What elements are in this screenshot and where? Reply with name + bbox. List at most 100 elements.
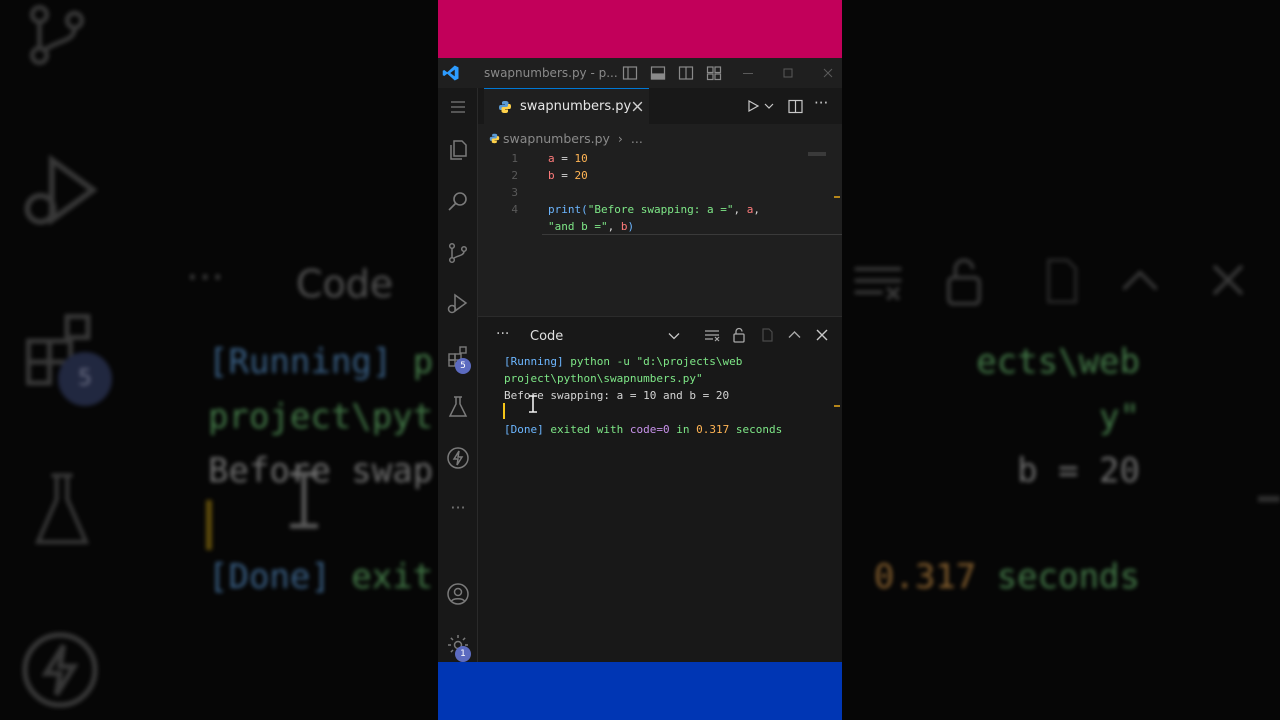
explorer-icon[interactable] [446,138,470,162]
output-channel-value: Code [530,329,564,344]
breadcrumb-file[interactable]: swapnumbers.py [503,131,610,146]
text-token: [Running] [208,342,413,382]
chevron-up-icon [1118,262,1162,298]
bg-output-line: b = 20 [1017,451,1140,491]
bg-output-line: 0.317 seconds [874,557,1140,597]
source-control-icon [22,0,92,70]
lock-icon [942,256,986,308]
remote-icon[interactable] [446,446,470,470]
bg-code-label: Code [296,262,394,306]
customize-layout-icon[interactable] [706,65,722,81]
text-token: [Done] [504,423,551,436]
toggle-secondary-sidebar-icon[interactable] [678,65,694,81]
text-token: seconds [976,557,1140,597]
editor-tabs: swapnumbers.py ··· [478,88,842,124]
python-file-icon [498,100,512,114]
activity-bar: 5 ··· 1 [438,88,478,662]
output-line: [Running] python -u "d:\projects\web [504,355,742,368]
text-cursor [503,403,505,419]
editor-more-actions-icon[interactable]: ··· [814,94,828,112]
code-line[interactable]: 1 a = 10 [478,152,842,169]
text-token: in [669,423,697,436]
text-token: b [548,169,555,182]
text-token: python -u "d:\projects\web [570,355,743,368]
text-token: a [548,152,555,165]
text-token: p [412,342,434,382]
bg-scroll-marker [1258,496,1280,502]
text-token: project\pyt [208,397,434,437]
menu-icon[interactable] [448,97,468,117]
chevron-down-icon [668,332,680,340]
panel-header: ··· Code [478,317,842,355]
toggle-primary-sidebar-icon[interactable] [622,65,638,81]
testing-icon[interactable] [446,395,470,419]
more-views-icon[interactable]: ··· [446,498,470,522]
top-color-band [438,0,842,58]
search-icon[interactable] [446,189,470,213]
text-token: ) [627,220,635,233]
text-token: [Done] [208,557,352,597]
text-token: code=0 [629,423,670,436]
bg-output-line: [Running] p [208,342,433,382]
text-token: y" [1099,397,1140,437]
lock-scroll-icon[interactable] [732,327,746,343]
bg-output-line: y" [1099,397,1140,437]
close-tab-icon[interactable] [631,100,644,113]
bg-cursor [206,500,212,550]
line-number: 3 [511,186,518,199]
current-line-highlight [542,234,842,235]
vscode-window: swapnumbers.py - p... 5 ··· 1 swapnumber… [438,0,842,720]
breadcrumb: swapnumbers.py › ... [489,131,643,146]
line-source: b = 20 [548,169,588,182]
run-python-file-icon[interactable] [746,99,760,113]
close-panel-icon[interactable] [816,329,828,341]
text-token: Before swap [208,451,434,491]
text-token: 20 [574,169,588,182]
line-source: print("Before swapping: a =", a, [548,203,760,216]
open-output-in-editor-icon[interactable] [760,328,774,342]
text-token: = [554,152,575,165]
breadcrumb-more[interactable]: ... [631,131,643,146]
code-line[interactable]: 3 [478,186,842,203]
text-token: , [753,203,760,216]
text-token: "Before swapping: a =" [587,203,734,216]
accounts-icon[interactable] [446,582,470,606]
breadcrumb-separator-icon: › [617,131,623,146]
maximize-icon[interactable] [780,65,796,81]
minimize-icon[interactable] [740,65,756,81]
line-number: 2 [511,169,518,182]
video-frame: ··· Code 5 [Running] p project\pyt Before … [0,0,1280,720]
mouse-ibeam-cursor [528,395,538,413]
bg-output-line: [Done] exit [208,557,433,597]
remote-icon [18,628,102,712]
testing-icon [30,470,94,550]
maximize-panel-chevron-up-icon[interactable] [788,330,801,339]
text-token: b = 20 [1017,451,1140,491]
run-and-debug-icon[interactable] [446,292,470,316]
close-window-icon[interactable] [820,65,836,81]
text-token: "and b =" [548,220,608,233]
breadcrumb-python-icon [489,133,500,144]
source-control-icon[interactable] [446,241,470,265]
text-token: = [554,169,575,182]
code-editor[interactable]: swapnumbers.py › ... 1 a = 10 2 b = 20 3 4 pri… [478,124,842,316]
bottom-color-band [438,662,842,720]
code-line[interactable]: 2 b = 20 [478,169,842,186]
clear-output-icon[interactable] [704,329,720,343]
run-dropdown-chevron-icon[interactable] [764,102,774,110]
line-source: "and b =", b) [548,220,634,233]
toggle-panel-icon[interactable] [650,65,666,81]
output-panel: ··· Code [Running] python -u "d:\project… [478,316,842,662]
split-editor-icon[interactable] [788,99,803,114]
output-channel-select[interactable]: Code [526,325,688,347]
text-token: 10 [574,152,588,165]
code-line[interactable]: 4 print("Before swapping: a =", a, [478,203,842,220]
line-number: 4 [511,203,518,216]
panel-more-icon[interactable]: ··· [496,326,509,342]
tab-label: swapnumbers.py [520,99,632,114]
bg-ibeam-cursor [284,470,324,530]
extensions-badge: 5 [455,358,471,374]
tab-swapnumbers[interactable]: swapnumbers.py [484,88,649,124]
output-line: project\python\swapnumbers.py" [504,372,703,385]
text-token: ects\web [976,342,1140,382]
